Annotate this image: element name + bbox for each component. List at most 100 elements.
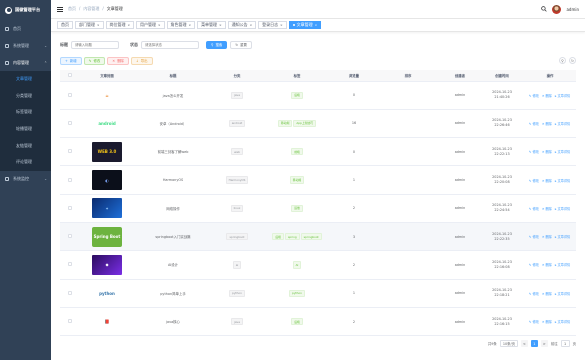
prev-page-button[interactable]: < [520, 340, 528, 347]
edit-link[interactable]: ✎修改 [529, 263, 540, 267]
close-icon[interactable]: × [128, 23, 131, 27]
close-icon[interactable]: × [158, 23, 161, 27]
edit-link[interactable]: ✎修改 [529, 292, 540, 296]
tag-view-item[interactable]: 岗位管理 × [105, 21, 135, 29]
edit-button[interactable]: ✎ 修改 [83, 56, 106, 65]
tag-view-item[interactable]: 用户管理 × [136, 21, 165, 29]
table-row[interactable]: ☕ java怎么开发 java 后端 0 admin 2024-10-23 21:40:26 ✎… [60, 81, 576, 110]
detail-link[interactable]: ▸文章详情 [555, 235, 571, 239]
page-size-select[interactable]: 10条/页 [499, 340, 518, 347]
delete-link[interactable]: ✕删除 [542, 150, 553, 154]
sidebar-item-monitor[interactable]: 系统监控 ⌄ [0, 171, 51, 188]
status-select[interactable] [141, 40, 199, 49]
edit-link[interactable]: ✎修改 [529, 94, 540, 98]
delete-link[interactable]: ✕删除 [542, 122, 553, 126]
cover-image[interactable]: ✦ [92, 198, 122, 219]
sidebar-item-home[interactable]: 首页 [0, 20, 51, 37]
close-icon[interactable]: × [280, 23, 283, 27]
page-1-button[interactable]: 1 [530, 340, 538, 347]
delete-link[interactable]: ✕删除 [542, 179, 553, 183]
tag-view-item[interactable]: 通知公告 × [227, 21, 257, 29]
edit-link[interactable]: ✎修改 [529, 150, 540, 154]
delete-link[interactable]: ✕删除 [542, 207, 553, 211]
table-row[interactable]: ◆ AI设计 ai AI 2 admin 2024-10-23 22:16:08 ✎修改 ✕删除 ▸… [60, 250, 576, 280]
avatar[interactable] [552, 4, 562, 14]
hamburger-icon[interactable] [57, 6, 63, 12]
export-button[interactable]: ↓ 导出 [130, 56, 153, 65]
table-row[interactable]: 📕 java核心 java 后端 2 admin 2024-10-23 22:16:15 ✎修改… [60, 307, 576, 337]
edit-link[interactable]: ✎修改 [529, 207, 540, 211]
detail-link[interactable]: ▸文章详情 [555, 150, 571, 154]
toggle-search-icon[interactable]: ⚲ [559, 57, 566, 64]
goto-page-input[interactable]: 1 [560, 340, 570, 347]
detail-link[interactable]: ▸文章详情 [555, 122, 571, 126]
breadcrumb-home[interactable]: 首页 [68, 6, 76, 12]
sidebar-item-articles[interactable]: 文章管理 [0, 71, 51, 88]
cover-image[interactable]: ◐ [92, 170, 122, 191]
row-checkbox[interactable] [68, 319, 72, 324]
detail-link[interactable]: ▸文章详情 [555, 207, 571, 211]
reset-button[interactable]: ↻ 重置 [230, 40, 252, 49]
tag-view-item[interactable]: 部门管理 × [75, 21, 104, 29]
detail-link[interactable]: ▸文章详情 [555, 94, 571, 98]
search-button[interactable]: ⚲ 搜索 [206, 40, 228, 49]
table-row[interactable]: python python简单上手 python python 1 admin 2024-1… [60, 279, 576, 308]
app-logo[interactable]: 国徽管理平台 [0, 0, 51, 20]
row-checkbox[interactable] [68, 177, 72, 182]
cover-image[interactable]: 📕 [92, 311, 122, 332]
close-icon[interactable]: × [219, 23, 222, 27]
tag-view-item[interactable]: 角色管理 × [166, 21, 196, 29]
row-checkbox[interactable] [68, 262, 72, 267]
edit-link[interactable]: ✎修改 [529, 235, 540, 239]
tag-view-item[interactable]: 登录日志 × [258, 21, 287, 29]
delete-link[interactable]: ✕删除 [542, 292, 553, 296]
table-row[interactable]: android 安卓（Android） android 移动端 App上架技巧 16 adm… [60, 109, 576, 139]
detail-link[interactable]: ▸文章详情 [555, 320, 571, 324]
close-icon[interactable]: × [250, 23, 253, 27]
cover-image[interactable]: Spring Boot [92, 226, 122, 247]
search-icon[interactable] [541, 6, 548, 12]
sidebar-item-content[interactable]: 内容管理 ⌃ [0, 54, 51, 71]
delete-link[interactable]: ✕删除 [542, 263, 553, 267]
table-row[interactable]: ◐ HarmonyOS HarmonyOS 移动端 1 admin 2024-10-23 22… [60, 165, 576, 195]
detail-link[interactable]: ▸文章详情 [555, 292, 571, 296]
row-checkbox[interactable] [68, 234, 72, 239]
row-checkbox[interactable] [68, 149, 72, 154]
row-checkbox[interactable] [68, 120, 72, 125]
tag-view-item[interactable]: 文章管理 × [288, 21, 322, 29]
edit-link[interactable]: ✎修改 [529, 179, 540, 183]
cover-image[interactable]: python [92, 283, 122, 304]
row-checkbox[interactable] [68, 290, 72, 295]
table-row[interactable]: ✦ 网络操作 linux 运维 2 admin 2024-10-23 22:24:54 ✎修改 ✕… [60, 194, 576, 223]
row-checkbox[interactable] [68, 205, 72, 210]
tag-view-item[interactable]: 首页 [57, 21, 73, 29]
close-icon[interactable]: × [189, 23, 192, 27]
delete-link[interactable]: ✕删除 [542, 235, 553, 239]
sidebar-item-comments[interactable]: 评论管理 [0, 154, 51, 171]
delete-button[interactable]: ✕ 删除 [107, 56, 129, 65]
sidebar-item-links[interactable]: 友链管理 [0, 137, 51, 154]
add-button[interactable]: + 新增 [60, 56, 82, 65]
sidebar-item-system[interactable]: 系统管理 ⌄ [0, 37, 51, 54]
edit-link[interactable]: ✎修改 [529, 122, 540, 126]
select-all-checkbox[interactable] [68, 72, 72, 77]
delete-link[interactable]: ✕删除 [542, 320, 553, 324]
close-icon[interactable]: × [315, 23, 318, 27]
title-input[interactable] [71, 40, 119, 49]
row-checkbox[interactable] [68, 92, 72, 97]
sidebar-item-carousel[interactable]: 轮播管理 [0, 121, 51, 138]
close-icon[interactable]: × [97, 23, 100, 27]
cover-image[interactable]: ☕ [92, 85, 122, 106]
sidebar-item-tags[interactable]: 标签管理 [0, 104, 51, 121]
table-row[interactable]: WEB 3.0 前端三剑客了解web web 前端 0 admin 2024-10-23 22… [60, 137, 576, 167]
detail-link[interactable]: ▸文章详情 [555, 263, 571, 267]
user-name[interactable]: admin [566, 7, 579, 12]
detail-link[interactable]: ▸文章详情 [555, 179, 571, 183]
cover-image[interactable]: android [92, 113, 122, 134]
cover-image[interactable]: WEB 3.0 [92, 141, 122, 162]
next-page-button[interactable]: > [540, 340, 548, 347]
tag-view-item[interactable]: 菜单管理 × [197, 21, 226, 29]
cover-image[interactable]: ◆ [92, 254, 122, 275]
table-row[interactable]: Spring Boot springboot入门实战篇 springboot 后端 sp… [60, 222, 576, 252]
delete-link[interactable]: ✕删除 [542, 94, 553, 98]
